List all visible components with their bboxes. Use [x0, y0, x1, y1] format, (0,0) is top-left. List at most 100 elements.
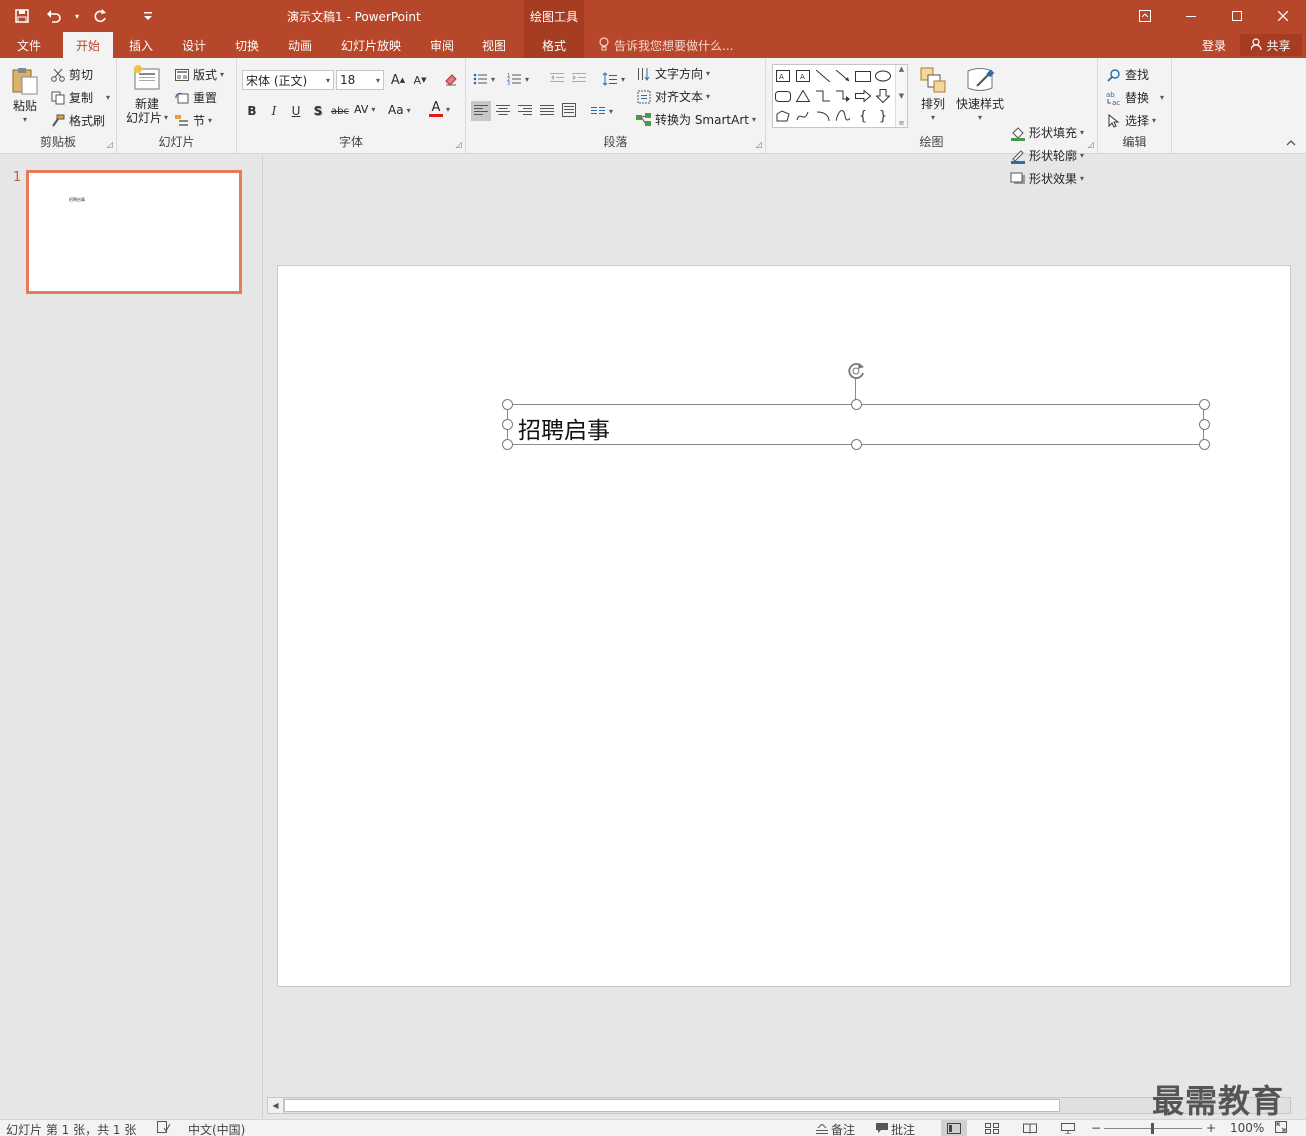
slide-thumbnail[interactable]: 招聘启事 — [26, 170, 242, 294]
shape-left-brace-icon[interactable]: { — [854, 107, 872, 125]
paste-dropdown-icon[interactable]: ▾ — [23, 113, 27, 127]
scrollbar-thumb[interactable] — [284, 1099, 1060, 1112]
clipboard-dialog-launcher-icon[interactable]: ◿ — [107, 140, 113, 149]
character-spacing-button[interactable]: AV ▾ — [354, 103, 375, 116]
shape-rectangle-icon[interactable] — [854, 67, 872, 85]
replace-dropdown-icon[interactable]: ▾ — [1160, 93, 1164, 102]
replace-button[interactable]: ab ac 替换 ▾ — [1106, 89, 1164, 106]
slide-sorter-view-icon[interactable] — [979, 1120, 1005, 1136]
text-direction-dropdown-icon[interactable]: ▾ — [706, 69, 710, 78]
font-name-combo[interactable]: 宋体 (正文) ▾ — [242, 70, 334, 90]
resize-handle-left[interactable] — [502, 419, 513, 430]
numbering-dropdown-icon[interactable]: ▾ — [525, 75, 529, 84]
redo-icon[interactable] — [86, 4, 114, 28]
spellcheck-icon[interactable] — [157, 1121, 171, 1133]
tab-review[interactable]: 审阅 — [417, 32, 467, 58]
gallery-up-icon[interactable]: ▲ — [899, 65, 904, 73]
zoom-out-icon[interactable]: − — [1091, 1121, 1101, 1135]
shape-elbow-connector-icon[interactable] — [814, 87, 832, 105]
slideshow-view-icon[interactable] — [1055, 1120, 1081, 1136]
select-dropdown-icon[interactable]: ▾ — [1152, 116, 1156, 125]
convert-smartart-button[interactable]: 转换为 SmartArt ▾ — [636, 111, 756, 128]
tab-format[interactable]: 格式 — [524, 32, 584, 58]
zoom-level[interactable]: 100% — [1230, 1121, 1264, 1135]
reset-button[interactable]: 重置 — [174, 89, 217, 106]
resize-handle-top[interactable] — [851, 399, 862, 410]
tab-transitions[interactable]: 切换 — [222, 32, 272, 58]
clear-formatting-button[interactable] — [441, 70, 461, 90]
align-left-button[interactable] — [471, 101, 491, 121]
columns-button[interactable]: ▾ — [590, 103, 613, 119]
quick-styles-button[interactable]: 快速样式 ▾ — [954, 66, 1006, 125]
bold-button[interactable]: B — [242, 101, 262, 121]
scroll-left-icon[interactable]: ◀ — [268, 1098, 284, 1113]
resize-handle-top-right[interactable] — [1199, 399, 1210, 410]
arrange-dropdown-icon[interactable]: ▾ — [931, 111, 935, 125]
shape-down-arrow-icon[interactable] — [874, 87, 892, 105]
numbering-button[interactable]: 123 ▾ — [506, 71, 529, 87]
align-text-dropdown-icon[interactable]: ▾ — [706, 92, 710, 101]
shape-scribble-icon[interactable] — [794, 107, 812, 125]
shape-oval-icon[interactable] — [874, 67, 892, 85]
shape-rounded-rectangle-icon[interactable] — [774, 87, 792, 105]
shape-fill-dropdown-icon[interactable]: ▾ — [1080, 128, 1084, 137]
shape-effects-dropdown-icon[interactable]: ▾ — [1080, 174, 1084, 183]
zoom-slider-knob[interactable] — [1151, 1123, 1154, 1134]
arrange-button[interactable]: 排列 ▾ — [916, 66, 950, 125]
find-button[interactable]: 查找 — [1106, 66, 1149, 83]
tab-insert[interactable]: 插入 — [116, 32, 166, 58]
align-right-button[interactable] — [515, 101, 535, 121]
character-spacing-dropdown-icon[interactable]: ▾ — [371, 105, 375, 114]
resize-handle-bottom[interactable] — [851, 439, 862, 450]
undo-dropdown-icon[interactable]: ▾ — [72, 4, 82, 28]
ribbon-display-options-icon[interactable] — [1122, 0, 1168, 32]
shape-line-icon[interactable] — [814, 67, 832, 85]
minimize-icon[interactable] — [1168, 0, 1214, 32]
tab-design[interactable]: 设计 — [169, 32, 219, 58]
bullets-dropdown-icon[interactable]: ▾ — [491, 75, 495, 84]
close-icon[interactable] — [1260, 0, 1306, 32]
collapse-ribbon-icon[interactable] — [1286, 139, 1296, 150]
reading-view-icon[interactable] — [1017, 1120, 1043, 1136]
section-dropdown-icon[interactable]: ▾ — [208, 116, 212, 125]
shapes-gallery-scroll[interactable]: ▲ ▼ ≡ — [895, 65, 907, 127]
gallery-down-icon[interactable]: ▼ — [899, 92, 904, 100]
copy-dropdown-icon[interactable]: ▾ — [106, 93, 110, 102]
selected-textbox[interactable]: 招聘启事 — [502, 399, 1210, 450]
slide-canvas[interactable]: 招聘启事 — [277, 265, 1291, 987]
convert-smartart-dropdown-icon[interactable]: ▾ — [752, 115, 756, 124]
undo-icon[interactable] — [40, 4, 68, 28]
font-name-dropdown-icon[interactable]: ▾ — [326, 76, 330, 85]
format-painter-button[interactable]: 格式刷 — [50, 112, 105, 129]
tab-slideshow[interactable]: 幻灯片放映 — [333, 32, 409, 58]
change-case-button[interactable]: Aa ▾ — [388, 103, 411, 117]
drawing-dialog-launcher-icon[interactable]: ◿ — [1088, 140, 1094, 149]
cut-button[interactable]: 剪切 — [50, 66, 93, 83]
resize-handle-bottom-left[interactable] — [502, 439, 513, 450]
strikethrough-button[interactable]: abc — [330, 101, 350, 121]
shape-right-brace-icon[interactable]: } — [874, 107, 892, 125]
resize-handle-right[interactable] — [1199, 419, 1210, 430]
shape-arc-icon[interactable] — [814, 107, 832, 125]
normal-view-icon[interactable] — [941, 1120, 967, 1136]
shape-elbow-arrow-icon[interactable] — [834, 87, 852, 105]
justify-button[interactable] — [537, 101, 557, 121]
line-spacing-button[interactable]: ▾ — [602, 71, 625, 87]
zoom-in-icon[interactable]: + — [1206, 1121, 1216, 1135]
resize-handle-top-left[interactable] — [502, 399, 513, 410]
share-button[interactable]: 共享 — [1240, 34, 1302, 56]
align-text-button[interactable]: 对齐文本 ▾ — [636, 88, 710, 105]
columns-dropdown-icon[interactable]: ▾ — [609, 107, 613, 116]
text-direction-button[interactable]: 文字方向 ▾ — [636, 65, 710, 82]
quick-styles-dropdown-icon[interactable]: ▾ — [978, 111, 982, 125]
tab-view[interactable]: 视图 — [469, 32, 519, 58]
shape-outline-button[interactable]: 形状轮廓 ▾ — [1010, 147, 1084, 164]
shape-right-arrow-icon[interactable] — [854, 87, 872, 105]
layout-button[interactable]: 版式 ▾ — [174, 66, 224, 83]
font-color-button[interactable]: A ▾ — [429, 101, 450, 117]
rotate-handle-icon[interactable] — [844, 359, 868, 383]
shape-vertical-textbox-icon[interactable]: A — [794, 67, 812, 85]
horizontal-scrollbar[interactable]: ◀ — [267, 1097, 1291, 1114]
fit-to-window-icon[interactable] — [1275, 1121, 1287, 1133]
save-icon[interactable] — [8, 4, 36, 28]
